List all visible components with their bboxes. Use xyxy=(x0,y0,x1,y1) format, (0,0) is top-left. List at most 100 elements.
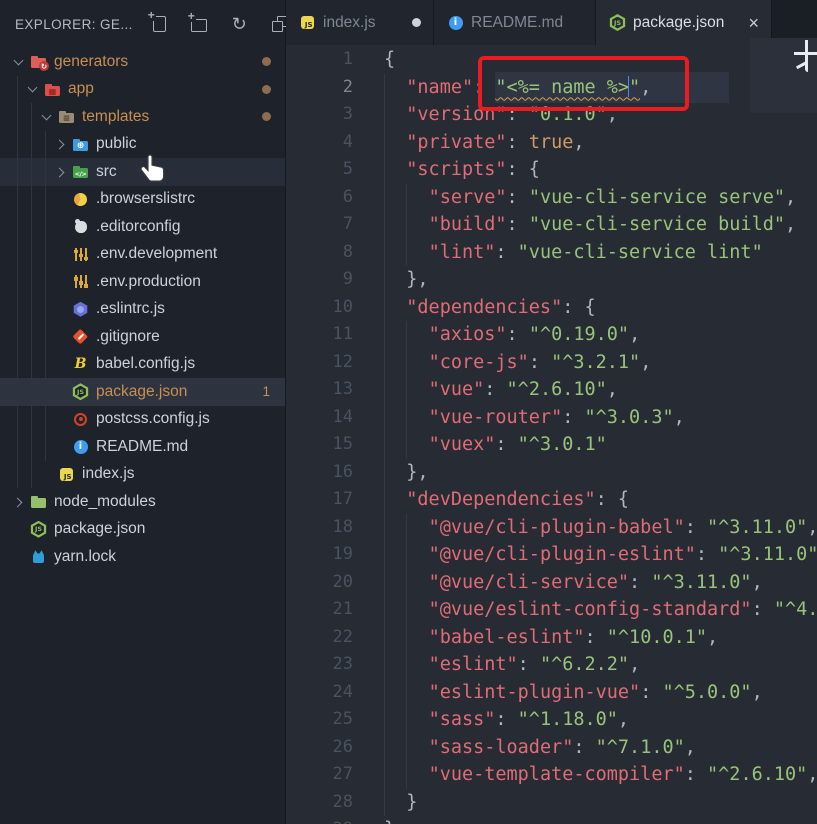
code-line[interactable]: 17 "devDependencies": { xyxy=(286,486,817,514)
code-line[interactable]: 20 "@vue/cli-service": "^3.11.0", xyxy=(286,568,817,596)
tree-item-babel-config-js[interactable]: Bbabel.config.js xyxy=(0,350,285,378)
chevron-right-icon[interactable] xyxy=(52,164,68,180)
close-tab-icon[interactable]: × xyxy=(748,14,759,32)
code-token: "devDependencies" xyxy=(406,489,596,510)
code-token: "serve" xyxy=(428,186,507,208)
tree-item-gitignore[interactable]: .gitignore xyxy=(0,323,285,351)
tree-indent-guide xyxy=(45,185,46,213)
tree-item-package-json[interactable]: JS package.json 1 xyxy=(0,378,285,406)
code-token: , xyxy=(573,131,585,153)
tree-item-app[interactable]: ▦ app xyxy=(0,75,285,103)
tree-item-generators[interactable]: ↻ generators xyxy=(0,48,285,76)
tree-item-package-json[interactable]: JS package.json xyxy=(0,516,285,544)
code-line[interactable]: 12 "core-js": "^3.2.1", xyxy=(286,348,817,376)
editor[interactable]: 1{2 "name": "<%= name %>", 3 "version": … xyxy=(286,45,817,824)
folder-public-icon: ⊕ xyxy=(72,136,89,153)
code-token: : xyxy=(629,571,652,593)
code-token: : xyxy=(495,241,518,263)
code-token: "scripts" xyxy=(406,159,507,180)
tree-item-node-modules[interactable]: node_modules xyxy=(0,488,285,516)
code-text: "version": "0.1.0", xyxy=(384,101,618,129)
code-line[interactable]: 16 }, xyxy=(286,458,817,486)
chevron-right-icon[interactable] xyxy=(52,136,68,152)
tree-item-label: src xyxy=(96,162,117,180)
tree-indent-guide xyxy=(17,130,18,158)
tab-package-json[interactable]: JS package.json × xyxy=(596,0,772,45)
tree-item-eslintrc-js[interactable]: .eslintrc.js xyxy=(0,295,285,323)
tree-indent-guide xyxy=(31,185,32,213)
tree-item-readme-md[interactable]: i README.md xyxy=(0,433,285,461)
tree-item-label: index.js xyxy=(82,465,135,483)
new-folder-icon[interactable] xyxy=(186,9,213,38)
code-line[interactable]: 27 "vue-template-compiler": "^2.6.10", xyxy=(286,761,817,789)
tree-item-templates[interactable]: ≡ templates xyxy=(0,103,285,131)
chevron-down-icon[interactable] xyxy=(38,109,54,125)
code-line[interactable]: 19 "@vue/cli-plugin-eslint": "^3.11.0", xyxy=(286,541,817,569)
chevron-right-icon[interactable] xyxy=(10,494,26,510)
code-line[interactable]: 13 "vue": "^2.6.10", xyxy=(286,376,817,404)
tree-item-env-production[interactable]: .env.production xyxy=(0,268,285,296)
tree-item-label: postcss.config.js xyxy=(96,410,210,428)
code-token: } xyxy=(384,791,418,813)
tree-item-label: package.json xyxy=(96,382,188,400)
tree-item-public[interactable]: ⊕ public xyxy=(0,130,285,158)
tab-index-js[interactable]: JS index.js xyxy=(286,0,434,45)
tab-readme-md[interactable]: i README.md xyxy=(434,0,596,45)
tree-indent-guide xyxy=(31,350,32,378)
code-line[interactable]: 8 "lint": "vue-cli-service lint" xyxy=(286,238,817,266)
code-line[interactable]: 11 "axios": "^0.19.0", xyxy=(286,321,817,349)
code-text: } xyxy=(384,816,395,824)
code-line[interactable]: 29} xyxy=(286,816,817,824)
code-line[interactable]: 4 "private": true, xyxy=(286,128,817,156)
line-number: 11 xyxy=(332,324,353,344)
code-line[interactable]: 23 "eslint": "^6.2.2", xyxy=(286,651,817,679)
code-text: "vue-template-compiler": "^2.6.10", xyxy=(384,761,817,789)
code-line[interactable]: 22 "babel-eslint": "^10.0.1", xyxy=(286,623,817,651)
new-file-icon[interactable] xyxy=(146,8,173,38)
code-line[interactable]: 18 "@vue/cli-plugin-babel": "^3.11.0", xyxy=(286,513,817,542)
tree-item-editorconfig[interactable]: .editorconfig xyxy=(0,213,285,241)
code-line[interactable]: 1{ xyxy=(286,46,817,74)
tree-item-label: yarn.lock xyxy=(54,547,117,565)
refresh-icon[interactable] xyxy=(226,11,253,38)
editorconfig-icon xyxy=(72,218,89,235)
code-line[interactable]: 10 "dependencies": { xyxy=(286,293,817,321)
tree-item-yarn-lock[interactable]: yarn.lock xyxy=(0,543,285,571)
code-line[interactable]: 21 "@vue/eslint-config-standard": "^4.0.… xyxy=(286,596,817,624)
code-line[interactable]: 6 "serve": "vue-cli-service serve", xyxy=(286,183,817,211)
code-line[interactable]: 25 "sass": "^1.18.0", xyxy=(286,706,817,734)
tree-indent-guide xyxy=(17,378,18,406)
node-icon: JS xyxy=(609,14,626,31)
code-line[interactable]: 26 "sass-loader": "^7.1.0", xyxy=(286,733,817,761)
code-line[interactable]: 15 "vuex": "^3.0.1" xyxy=(286,431,817,459)
code-line[interactable]: 24 "eslint-plugin-vue": "^5.0.0", xyxy=(286,678,817,706)
code-line[interactable]: 3 "version": "0.1.0", xyxy=(286,101,817,129)
tree-indent-guide xyxy=(17,75,18,103)
tree-item-env-development[interactable]: .env.development xyxy=(0,240,285,268)
node-icon: JS xyxy=(72,383,89,400)
tree-indent-guide xyxy=(31,240,32,268)
folder-src-icon: </> xyxy=(72,163,89,180)
chevron-down-icon[interactable] xyxy=(10,54,26,70)
code-line[interactable]: 5 "scripts": { xyxy=(286,156,817,184)
code-line[interactable]: 2 "name": "<%= name %>", xyxy=(286,71,817,103)
tree-item-src[interactable]: </> src xyxy=(0,158,285,186)
code-line[interactable]: 9 }, xyxy=(286,266,817,294)
code-token: , xyxy=(640,71,652,103)
code-line[interactable]: 7 "build": "vue-cli-service build", xyxy=(286,211,817,239)
tree-item-label: .env.production xyxy=(96,272,201,290)
code-line[interactable]: 14 "vue-router": "^3.0.3", xyxy=(286,403,817,431)
line-number: 1 xyxy=(342,49,353,69)
chevron-down-icon[interactable] xyxy=(24,81,40,97)
tree-item-postcss-config-js[interactable]: postcss.config.js xyxy=(0,405,285,433)
tree-item-index-js[interactable]: JS index.js xyxy=(0,460,285,488)
code-line[interactable]: 28 } xyxy=(286,788,817,816)
code-text: "@vue/cli-plugin-babel": "^3.11.0", xyxy=(384,514,817,542)
code-token: : xyxy=(506,104,529,125)
line-number: 2 xyxy=(342,76,353,97)
tree-item-browserslistrc[interactable]: .browserslistrc xyxy=(0,185,285,213)
